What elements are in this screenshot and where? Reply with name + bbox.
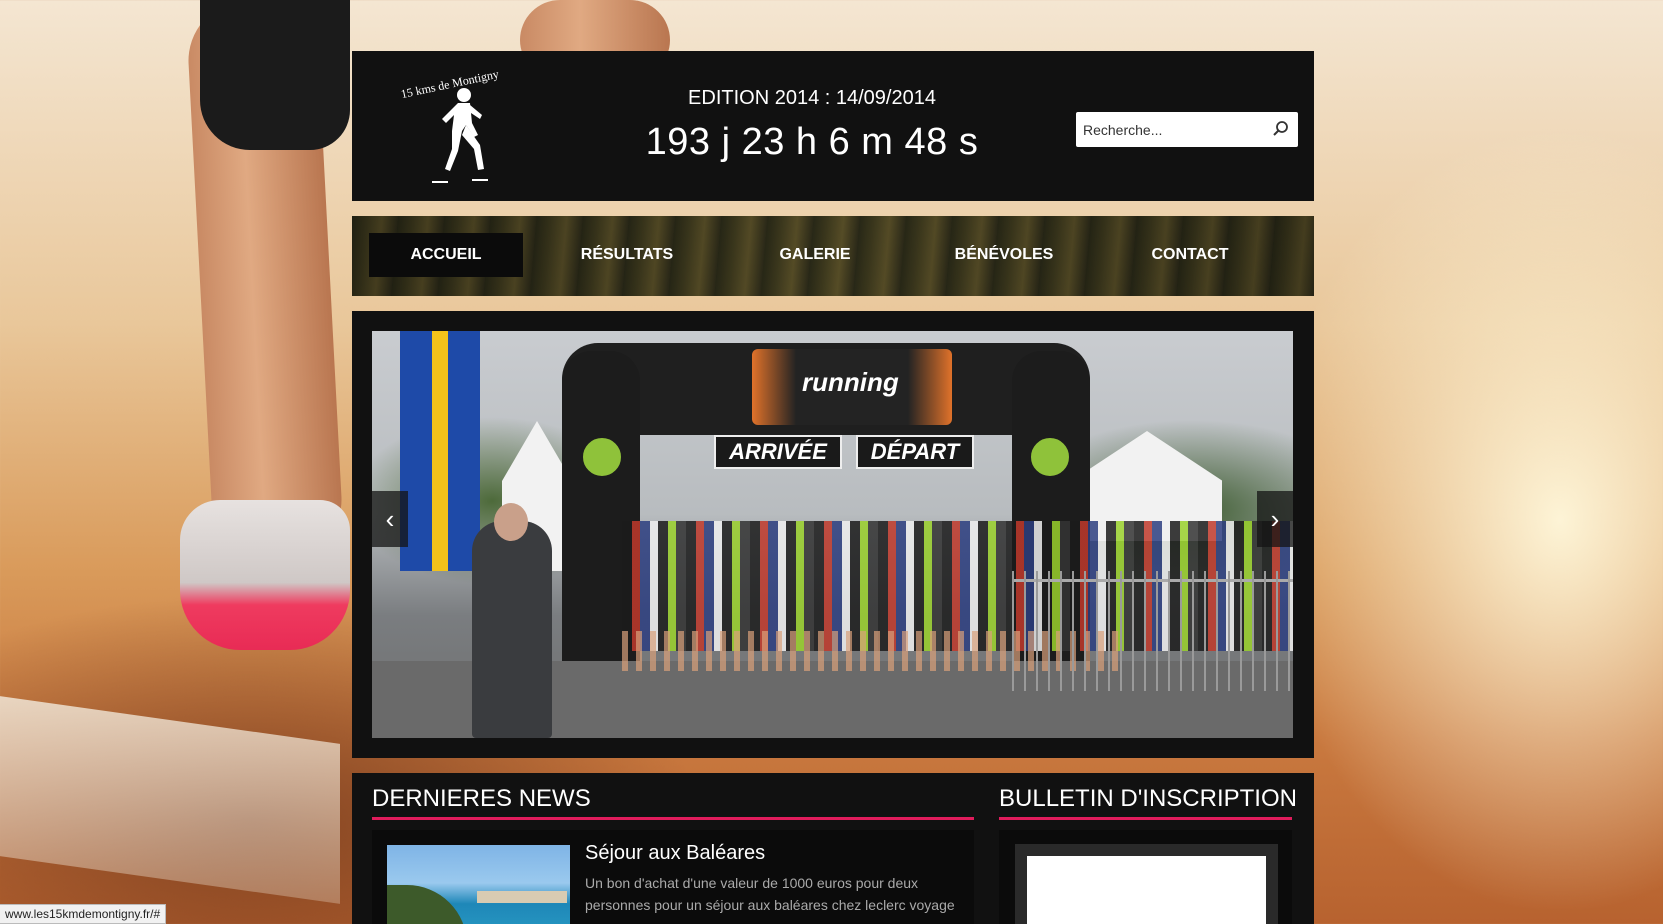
- background-runner-shorts: [200, 0, 350, 150]
- bulletin-title-underline: [999, 817, 1292, 820]
- slider-prev-button[interactable]: ‹: [372, 491, 408, 547]
- slide-sponsor-logo: [580, 435, 624, 479]
- slide-sponsor-logo-2: [1028, 435, 1072, 479]
- background-running-shoe: [180, 500, 350, 650]
- background-track-line: [0, 696, 340, 904]
- countdown-timer: 193 j 23 h 6 m 48 s: [645, 121, 979, 163]
- search-box: [1076, 112, 1298, 147]
- slide-fence: [1012, 571, 1293, 691]
- chevron-left-icon: ‹: [385, 504, 395, 534]
- slide-arch-brand: running: [802, 367, 899, 397]
- slide-spectator: [472, 521, 552, 738]
- news-item-title[interactable]: Séjour aux Baléares: [585, 842, 765, 865]
- slide-banner-depart: DÉPART: [856, 435, 974, 469]
- news-section-title: DERNIERES NEWS: [372, 785, 591, 812]
- search-input[interactable]: [1076, 112, 1266, 147]
- nav-item-accueil[interactable]: ACCUEIL: [369, 233, 523, 277]
- content-area: DERNIERES NEWS BULLETIN D'INSCRIPTION Sé…: [352, 773, 1314, 924]
- slide-image-race-start: running ARRIVÉE DÉPART: [372, 331, 1293, 738]
- runner-logo-icon: [432, 88, 488, 183]
- nav-item-benevoles[interactable]: BÉNÉVOLES: [924, 233, 1084, 277]
- news-thumbnail-town: [477, 891, 567, 903]
- nav-item-galerie[interactable]: GALERIE: [745, 233, 885, 277]
- search-icon[interactable]: [1272, 120, 1290, 138]
- image-slider: running ARRIVÉE DÉPART ‹ ›: [352, 311, 1314, 758]
- slider-next-button[interactable]: ›: [1257, 491, 1293, 547]
- slide-flags: [400, 331, 480, 571]
- main-nav: ACCUEIL RÉSULTATS GALERIE BÉNÉVOLES CONT…: [352, 216, 1314, 296]
- bulletin-frame: [1015, 844, 1278, 924]
- news-thumbnail-cliff: [387, 885, 467, 924]
- site-header: 15 kms de Montigny EDITION 2014 : 14/09/…: [352, 51, 1314, 201]
- site-logo[interactable]: 15 kms de Montigny: [392, 61, 532, 191]
- chevron-right-icon: ›: [1270, 504, 1280, 534]
- status-bar-url: www.les15kmdemontigny.fr/#: [0, 904, 167, 924]
- nav-item-resultats[interactable]: RÉSULTATS: [557, 233, 697, 277]
- edition-date: EDITION 2014 : 14/09/2014: [688, 87, 936, 109]
- slide-banner-arrivee: ARRIVÉE: [714, 435, 842, 469]
- slide-spectator-head: [494, 503, 528, 541]
- bulletin-form-preview[interactable]: [1027, 856, 1266, 924]
- bulletin-section-title: BULLETIN D'INSCRIPTION: [999, 785, 1297, 812]
- news-item-excerpt: Un bon d'achat d'une valeur de 1000 euro…: [585, 875, 955, 913]
- news-thumbnail[interactable]: [387, 845, 570, 924]
- news-item: Séjour aux Baléares Un bon d'achat d'une…: [372, 830, 974, 924]
- bulletin-card: [999, 830, 1292, 924]
- news-title-underline: [372, 817, 974, 820]
- nav-item-contact[interactable]: CONTACT: [1120, 233, 1260, 277]
